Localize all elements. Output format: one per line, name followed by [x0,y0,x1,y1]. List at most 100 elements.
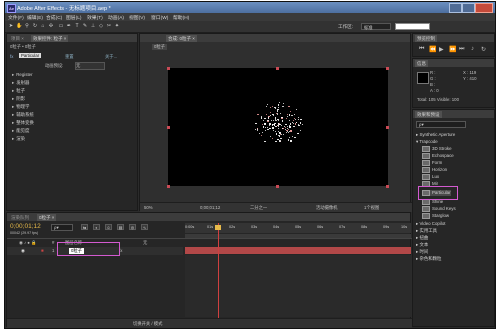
menu-layer[interactable]: 图层(L) [66,14,81,21]
bound-handle[interactable] [386,185,389,188]
comp-subtab[interactable]: 0粒子 [152,44,167,50]
rotate-tool-icon[interactable]: ↻ [32,23,38,30]
property-shading[interactable]: ▸ 阴影 [12,96,25,102]
graph-editor-icon[interactable]: ∿ [141,224,148,230]
tab-project[interactable]: 项目 × [9,35,26,42]
category-text[interactable]: ▸ 文本 [416,242,428,248]
effect-horizon[interactable]: Horizon [422,167,447,173]
menu-animation[interactable]: 动画(A) [108,14,124,21]
hand-tool-icon[interactable]: ✋ [16,23,22,30]
property-physics[interactable]: ▸ 物理学 [12,104,29,110]
property-emitter[interactable]: ▸ 发射器 [12,80,29,86]
bound-handle[interactable] [386,126,389,129]
menu-window[interactable]: 窗口(W) [151,14,168,21]
category-utility[interactable]: ▸ 实用工具 [416,228,437,234]
effect-sound-keys[interactable]: Sound Keys [422,206,456,212]
minimize-button[interactable] [449,3,462,13]
timeline-timecode[interactable]: 0;00;01;12 [10,223,41,230]
bound-handle[interactable] [276,185,279,188]
effect-starglow[interactable]: Starglow [422,213,449,219]
eye-icon[interactable]: ◉ [21,248,25,254]
last-frame-icon[interactable]: ⏭ [459,46,464,53]
tab-timeline-comp[interactable]: 0粒子 × [37,214,57,221]
brush-tool-icon[interactable]: ✎ [82,23,88,30]
effects-search-input[interactable]: ρ▾ [416,121,466,128]
category-video-copilot[interactable]: ▸ Video Copilot [416,221,445,227]
eraser-tool-icon[interactable]: ◇ [98,23,104,30]
category-synthetic-aperture[interactable]: ▸ Synthetic Aperture [416,132,455,138]
toggle-switches-modes[interactable]: 切换开关 / 模式 [133,321,162,327]
views-select[interactable]: 1个视图 [364,205,379,211]
playhead-marker[interactable] [215,225,221,230]
help-search-input[interactable] [395,23,430,30]
loop-icon[interactable]: ↻ [481,46,486,53]
resolution-select[interactable]: 二分之一 [250,205,267,211]
clone-tool-icon[interactable]: ⊥ [90,23,96,30]
draft-3d-icon[interactable]: ◐ [93,224,100,230]
pen-tool-icon[interactable]: ✒ [66,23,72,30]
about-link[interactable]: 关于... [105,54,117,60]
frame-blending-icon[interactable]: ▤ [117,224,124,230]
reset-link[interactable]: 重置 [65,54,74,60]
comp-viewer[interactable] [168,68,388,186]
pan-behind-tool-icon[interactable]: ✣ [48,23,54,30]
category-noise-grain[interactable]: ▸ 杂色和颗粒 [416,256,441,262]
effect-form[interactable]: Form [422,160,442,166]
property-rendering[interactable]: ▸ 渲染 [12,136,25,142]
bound-handle[interactable] [276,67,279,70]
effect-echospace[interactable]: Echospace [422,153,454,159]
bound-handle[interactable] [167,67,170,70]
category-trapcode[interactable]: ▾ Trapcode [416,139,438,145]
menu-view[interactable]: 视图(V) [129,14,145,21]
workspace-select[interactable]: 标准 [361,23,391,30]
text-tool-icon[interactable]: T [74,23,80,30]
label-color-icon[interactable]: ■ [41,248,44,253]
puppet-tool-icon[interactable]: ✦ [114,23,120,30]
property-visibility[interactable]: ▸ 能见度 [12,128,29,134]
menu-edit[interactable]: 编辑(E) [27,14,43,21]
tab-preview[interactable]: 预览控制 [415,35,437,42]
animation-presets-select[interactable]: 无 [75,62,105,70]
menu-composition[interactable]: 合成(C) [46,14,62,21]
next-frame-icon[interactable]: ⏩ [449,46,456,53]
first-frame-icon[interactable]: ⏮ [419,46,424,53]
category-distort[interactable]: ▸ 扭曲 [416,235,428,241]
camera-view-select[interactable]: 活动摄像机 [316,205,337,211]
property-register[interactable]: ▸ Register [12,72,33,78]
motion-blur-icon[interactable]: ◎ [129,224,136,230]
property-world-transform[interactable]: ▸ 整体变换 [12,120,34,126]
menu-effect[interactable]: 效果(T) [87,14,103,21]
bound-handle[interactable] [167,126,170,129]
maximize-button[interactable] [462,3,475,13]
prev-frame-icon[interactable]: ⏪ [429,46,436,53]
category-time[interactable]: ▸ 时间 [416,249,428,255]
tab-composition[interactable]: 合成: 0粒子 × [166,35,197,42]
audio-icon[interactable]: ♪ [471,46,474,52]
camera-tool-icon[interactable]: ⌂ [40,23,46,30]
play-icon[interactable]: ▶ [439,46,444,53]
effect-3d-stroke[interactable]: 3D Stroke [422,146,452,152]
property-particle[interactable]: ▸ 粒子 [12,88,25,94]
tab-info[interactable]: 信息 [415,60,428,67]
effect-lux[interactable]: Lux [422,174,439,180]
close-button[interactable] [475,3,493,13]
effect-name[interactable]: Particular [19,53,42,58]
comp-timecode[interactable]: 0;00;01;12 [200,205,220,210]
zoom-select[interactable]: 50% [144,205,153,210]
tab-render-queue[interactable]: 渲染队列 [9,214,31,221]
playhead-line[interactable] [218,223,219,318]
roto-tool-icon[interactable]: ✂ [106,23,112,30]
bound-handle[interactable] [167,185,170,188]
property-aux-system[interactable]: ▸ 辅助系统 [12,112,34,118]
shy-layers-icon[interactable]: ☺ [105,224,112,230]
bound-handle[interactable] [386,67,389,70]
mask-tool-icon[interactable]: ▭ [58,23,64,30]
menu-file[interactable]: 文件(F) [8,14,24,21]
menu-help[interactable]: 帮助(H) [173,14,189,21]
timeline-search-input[interactable]: ρ▾ [51,224,73,231]
zoom-tool-icon[interactable]: ⚲ [24,23,30,30]
selection-tool-icon[interactable]: ➤ [8,23,14,30]
tab-effects-presets[interactable]: 效果和预设 [415,111,442,118]
comp-mini-flowchart-icon[interactable]: ⇆ [81,224,88,230]
tab-effect-controls[interactable]: 效果控件: 粒子 × [31,35,69,42]
